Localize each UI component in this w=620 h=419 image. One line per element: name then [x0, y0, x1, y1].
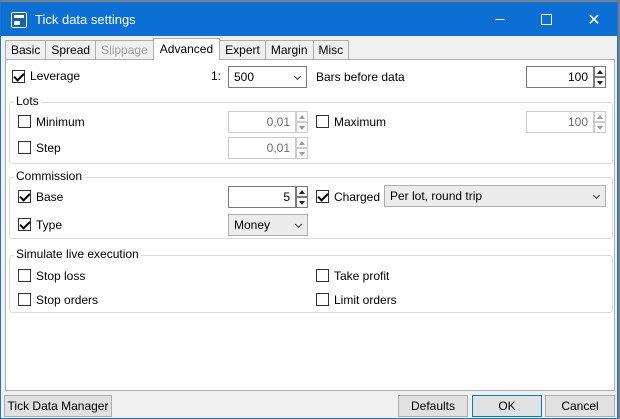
limit-orders-checkbox[interactable] — [316, 293, 329, 306]
spin-up-icon[interactable] — [296, 137, 308, 148]
app-icon — [11, 12, 27, 28]
chevron-down-icon — [293, 72, 302, 81]
charged-value: Per lot, round trip — [390, 189, 483, 203]
spin-up-icon[interactable] — [296, 111, 308, 122]
tab-margin[interactable]: Margin — [264, 40, 314, 60]
minimum-spinner[interactable] — [296, 111, 308, 133]
base-input[interactable]: 5 — [228, 186, 296, 208]
commission-group-title: Commission — [14, 169, 85, 183]
cancel-button[interactable]: Cancel — [545, 395, 615, 417]
leverage-checkbox[interactable] — [12, 70, 25, 83]
maximum-input[interactable]: 100 — [526, 111, 594, 133]
leverage-prefix: 1: — [211, 69, 222, 83]
take-profit-checkbox[interactable] — [316, 269, 329, 282]
window-title: Tick data settings — [35, 12, 136, 27]
charged-checkbox[interactable] — [316, 190, 329, 203]
spin-down-icon[interactable] — [296, 148, 308, 159]
charged-select[interactable]: Per lot, round trip — [384, 185, 606, 207]
ok-button[interactable]: OK — [472, 395, 542, 417]
advanced-panel: Leverage 1: 500 Bars before data 100 Lot… — [5, 59, 615, 391]
limit-orders-label: Limit orders — [334, 293, 397, 307]
take-profit-label: Take profit — [334, 269, 390, 283]
title-bar[interactable]: Tick data settings ✕ — [1, 3, 617, 36]
maximum-checkbox[interactable] — [316, 115, 329, 128]
defaults-button[interactable]: Defaults — [398, 395, 468, 417]
spin-down-icon[interactable] — [296, 122, 308, 133]
tab-spread[interactable]: Spread — [45, 40, 97, 60]
spin-down-icon[interactable] — [594, 77, 606, 88]
maximum-spinner[interactable] — [594, 111, 606, 133]
type-select[interactable]: Money — [228, 214, 308, 236]
stop-orders-label: Stop orders — [36, 293, 99, 307]
step-spinner[interactable] — [296, 137, 308, 159]
base-label: Base — [36, 190, 64, 204]
tab-expert[interactable]: Expert — [219, 40, 266, 60]
dialog-window: Tick data settings ✕ Basic Spread Slippa… — [0, 2, 618, 419]
stop-loss-label: Stop loss — [36, 269, 86, 283]
tick-data-manager-button[interactable]: Tick Data Manager — [4, 395, 112, 417]
step-label: Step — [36, 141, 61, 155]
chevron-down-icon — [294, 220, 303, 229]
tab-strip: Basic Spread Slippage Advanced Expert Ma… — [5, 38, 350, 60]
base-checkbox[interactable] — [18, 190, 31, 203]
tab-basic[interactable]: Basic — [5, 40, 47, 60]
spin-down-icon[interactable] — [594, 122, 606, 133]
leverage-select[interactable]: 500 — [228, 66, 307, 88]
charged-label: Charged — [334, 190, 381, 204]
stop-loss-checkbox[interactable] — [18, 269, 31, 282]
minimum-label: Minimum — [36, 115, 85, 129]
leverage-value: 500 — [234, 70, 255, 84]
chevron-down-icon — [592, 191, 601, 200]
minimum-checkbox[interactable] — [18, 115, 31, 128]
base-spinner[interactable] — [296, 186, 308, 208]
spin-down-icon[interactable] — [296, 197, 308, 208]
step-checkbox[interactable] — [18, 141, 31, 154]
step-input[interactable]: 0,01 — [228, 137, 296, 159]
close-button[interactable]: ✕ — [571, 3, 617, 36]
minimum-input[interactable]: 0,01 — [228, 111, 296, 133]
tab-slippage: Slippage — [95, 40, 154, 60]
stop-orders-checkbox[interactable] — [18, 293, 31, 306]
bars-before-data-input[interactable]: 100 — [526, 66, 594, 88]
bars-before-data-label: Bars before data — [316, 70, 405, 84]
type-checkbox[interactable] — [18, 218, 31, 231]
type-value: Money — [234, 218, 271, 232]
lots-group — [9, 102, 613, 164]
spin-up-icon[interactable] — [594, 66, 606, 77]
type-label: Type — [36, 218, 63, 232]
tab-advanced[interactable]: Advanced — [152, 38, 221, 60]
spin-up-icon[interactable] — [594, 111, 606, 122]
maximize-button[interactable] — [523, 3, 569, 36]
minimize-button[interactable] — [477, 3, 523, 36]
maximum-label: Maximum — [334, 115, 387, 129]
simulate-group — [9, 255, 613, 313]
lots-group-title: Lots — [14, 94, 41, 108]
simulate-group-title: Simulate live execution — [14, 247, 141, 261]
close-icon: ✕ — [587, 11, 601, 29]
spin-up-icon[interactable] — [296, 186, 308, 197]
tab-misc[interactable]: Misc — [312, 40, 350, 60]
bars-before-data-spinner[interactable] — [594, 66, 606, 88]
leverage-label: Leverage — [30, 69, 81, 83]
